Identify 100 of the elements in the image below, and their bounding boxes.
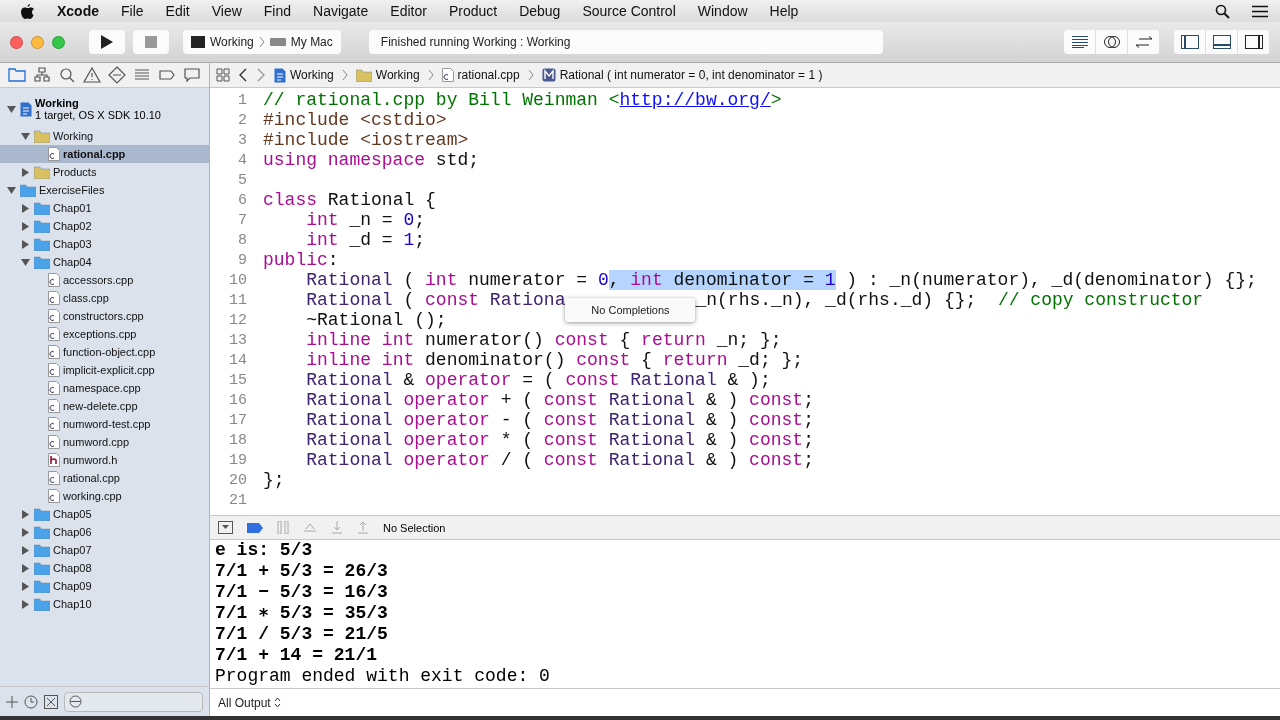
source-file-icon: [48, 327, 60, 341]
line-number: 9: [237, 251, 247, 269]
tree-item[interactable]: Chap07: [0, 541, 209, 559]
path-item[interactable]: Working: [355, 68, 420, 82]
list-icon[interactable]: [1252, 4, 1268, 18]
folder-icon: [34, 507, 50, 521]
line-number: 4: [237, 151, 247, 169]
menu-item[interactable]: Editor: [390, 3, 427, 19]
menu-item[interactable]: Help: [769, 3, 799, 19]
disclosure-toggle[interactable]: [20, 130, 31, 142]
tree-item[interactable]: rational.cpp: [0, 145, 209, 163]
navigator-tab[interactable]: [182, 66, 201, 84]
code-text: using namespace std;: [263, 150, 480, 170]
code-text: };: [263, 470, 285, 490]
tree-item[interactable]: accessors.cpp: [0, 271, 209, 289]
item-label: Chap10: [53, 598, 92, 610]
tree-item[interactable]: numword.h: [0, 451, 209, 469]
run-button[interactable]: [89, 30, 125, 54]
menu-item[interactable]: Source Control: [582, 3, 676, 19]
menu-item[interactable]: Window: [697, 3, 748, 19]
disclosure-toggle[interactable]: [20, 508, 31, 520]
disclosure-toggle[interactable]: [20, 166, 31, 178]
disclosure-toggle[interactable]: [20, 220, 31, 232]
tree-item[interactable]: implicit-explicit.cpp: [0, 361, 209, 379]
tree-item[interactable]: class.cpp: [0, 289, 209, 307]
output-filter-popup[interactable]: All Output: [218, 695, 281, 710]
disclosure-toggle[interactable]: [20, 256, 31, 268]
chevron-right-icon: [427, 69, 434, 81]
item-label: namespace.cpp: [63, 382, 141, 394]
menu-item[interactable]: Debug: [519, 3, 561, 19]
path-item[interactable]: Rational ( int numerator = 0, int denominator = 1 ): [541, 68, 823, 82]
tree-item[interactable]: namespace.cpp: [0, 379, 209, 397]
item-label: Chap05: [53, 508, 92, 520]
tree-item[interactable]: Chap05: [0, 505, 209, 523]
disclosure-toggle[interactable]: [20, 580, 31, 592]
back-icon[interactable]: [238, 68, 248, 82]
disclosure-toggle[interactable]: [20, 562, 31, 574]
clock-icon[interactable]: [24, 694, 38, 709]
path-item[interactable]: rational.cpp: [441, 68, 520, 82]
item-label: new-delete.cpp: [63, 400, 138, 412]
menu-item[interactable]: Product: [448, 3, 498, 19]
folder-icon: [34, 165, 50, 179]
tree-item[interactable]: numword.cpp: [0, 433, 209, 451]
breakpoints-toggle[interactable]: [247, 522, 263, 533]
stop-button[interactable]: [133, 30, 169, 54]
hide-debug-button[interactable]: [218, 521, 233, 534]
tree-item[interactable]: Chap01: [0, 199, 209, 217]
navigator-tab[interactable]: [32, 66, 52, 84]
tree-item[interactable]: ExerciseFiles: [0, 181, 209, 199]
tree-item[interactable]: numword-test.cpp: [0, 415, 209, 433]
path-item[interactable]: Working: [274, 67, 334, 83]
search-icon[interactable]: [1215, 3, 1230, 19]
disclosure-toggle[interactable]: [6, 184, 17, 196]
tree-item[interactable]: Working: [0, 127, 209, 145]
menu-item[interactable]: View: [211, 3, 242, 19]
menu-item[interactable]: Find: [263, 3, 292, 19]
disclosure-toggle[interactable]: [20, 202, 31, 214]
disclosure-toggle[interactable]: [20, 526, 31, 538]
tree-item[interactable]: Working 1 target, OS X SDK 10.10: [0, 91, 209, 127]
tree-item[interactable]: Chap10: [0, 595, 209, 613]
tree-item[interactable]: Chap03: [0, 235, 209, 253]
square-x-icon[interactable]: [44, 694, 58, 709]
disclosure-toggle[interactable]: [20, 598, 31, 610]
scheme-selector[interactable]: Working My Mac: [183, 30, 341, 54]
disclosure-toggle[interactable]: [20, 238, 31, 250]
navigator-tab[interactable]: [107, 66, 127, 84]
grid-icon[interactable]: [216, 68, 230, 82]
tree-item[interactable]: Chap04: [0, 253, 209, 271]
menu-item[interactable]: File: [121, 3, 144, 19]
tree-item[interactable]: constructors.cpp: [0, 307, 209, 325]
tree-item[interactable]: Chap09: [0, 577, 209, 595]
navigator-tab[interactable]: [8, 66, 27, 84]
tree-item[interactable]: Products: [0, 163, 209, 181]
line-number: 11: [228, 291, 247, 309]
disclosure-toggle[interactable]: [6, 103, 17, 115]
navigator-tab[interactable]: [82, 66, 102, 84]
app-menu[interactable]: Xcode: [57, 3, 99, 19]
tree-item[interactable]: Chap08: [0, 559, 209, 577]
tree-item[interactable]: exceptions.cpp: [0, 325, 209, 343]
tree-item[interactable]: new-delete.cpp: [0, 397, 209, 415]
triangle-down-icon: [7, 185, 16, 195]
tree-item[interactable]: Chap06: [0, 523, 209, 541]
header-file-icon: [48, 453, 60, 467]
disclosure-toggle[interactable]: [20, 544, 31, 556]
menu-item[interactable]: Navigate: [313, 3, 369, 19]
navigator-tab[interactable]: [57, 66, 77, 84]
line-number: 14: [228, 351, 247, 369]
tree-item[interactable]: function-object.cpp: [0, 343, 209, 361]
tree-item[interactable]: Chap02: [0, 217, 209, 235]
rings-icon: [1102, 35, 1121, 49]
item-label: Chap04: [53, 256, 92, 268]
tree-item[interactable]: working.cpp: [0, 487, 209, 505]
console-line: e is: 5/3: [215, 540, 314, 561]
line-number: 1: [237, 91, 247, 109]
tree-item[interactable]: rational.cpp: [0, 469, 209, 487]
add-icon[interactable]: [6, 695, 18, 708]
close-button[interactable]: [10, 35, 23, 49]
menu-item[interactable]: Edit: [165, 3, 190, 19]
filter-field[interactable]: [64, 691, 203, 712]
folder-icon: [34, 597, 50, 611]
